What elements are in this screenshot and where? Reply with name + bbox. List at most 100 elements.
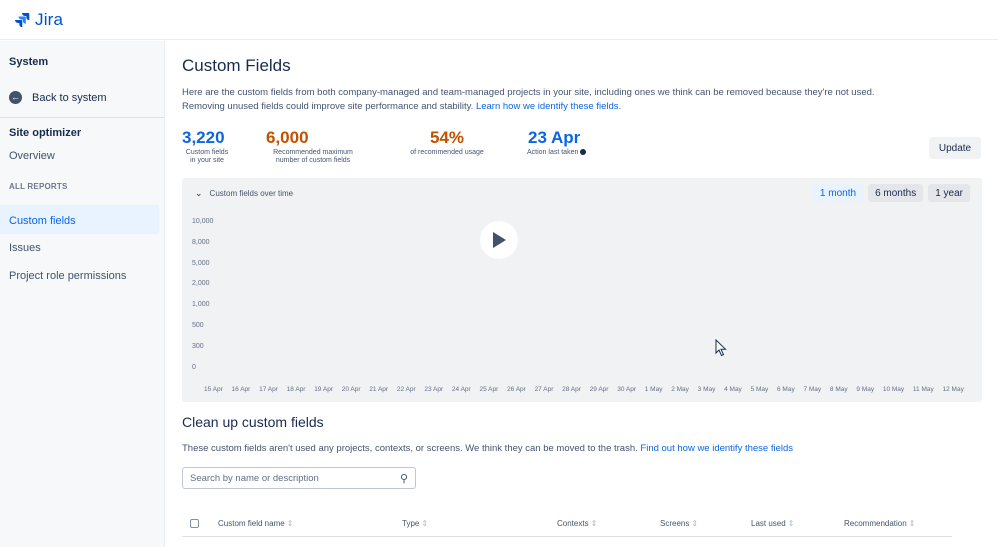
cleanup-title: Clean up custom fields — [182, 414, 324, 430]
jira-logo-icon — [15, 12, 30, 27]
sidebar-divider — [0, 117, 164, 118]
x-tick-label: 5 May — [750, 386, 769, 393]
x-tick-label: 3 May — [697, 386, 716, 393]
x-tick-label: 25 Apr — [479, 386, 499, 393]
y-tick-label: 1,000 — [192, 301, 210, 309]
stat-recommended-maximum: 6,000 Recommended maximum number of custo… — [258, 128, 368, 165]
x-tick-label: 7 May — [803, 386, 822, 393]
stat-value: 3,220 — [182, 128, 225, 147]
column-label: Recommendation — [844, 519, 907, 528]
column-header-contexts[interactable]: Contexts ⇕ — [557, 519, 597, 528]
stat-label: Custom fields in your site — [182, 149, 232, 165]
chart-toggle[interactable]: ⌄ Custom fields over time — [195, 188, 293, 199]
search-input[interactable] — [190, 472, 400, 484]
sort-icon: ⇕ — [590, 519, 598, 528]
page-title: Custom Fields — [182, 56, 291, 75]
play-button[interactable] — [480, 221, 518, 259]
column-header-recommendation[interactable]: Recommendation ⇕ — [844, 519, 915, 528]
x-tick-label: 27 Apr — [534, 386, 554, 393]
sidebar-item-overview[interactable]: Overview — [9, 150, 55, 162]
sidebar-item-issues[interactable]: Issues — [9, 242, 41, 254]
sidebar-section-all-reports: ALL REPORTS — [9, 182, 68, 191]
stat-label: Recommended maximum number of custom fiel… — [258, 149, 368, 165]
y-tick-label: 300 — [192, 342, 204, 350]
column-header-screens[interactable]: Screens ⇕ — [660, 519, 698, 528]
stat-label-line-2: number of custom fields — [275, 157, 351, 164]
find-out-link[interactable]: Find out how we identify these fields — [640, 443, 793, 454]
back-label: Back to system — [32, 91, 107, 104]
x-tick-label: 24 Apr — [451, 386, 471, 393]
learn-more-link[interactable]: Learn how we identify these fields. — [476, 101, 621, 112]
chart-heading: Custom fields over time — [209, 189, 294, 198]
x-tick-label: 19 Apr — [314, 386, 333, 393]
logo-text: Jira — [35, 9, 64, 29]
search-field[interactable]: ⚲ — [182, 467, 416, 489]
cleanup-description-text: These custom fields aren't used any proj… — [182, 443, 638, 454]
x-tick-label: 11 May — [912, 386, 934, 393]
range-selector: 1 month 6 months 1 year — [812, 184, 970, 202]
range-6-months-button[interactable]: 6 months — [868, 184, 924, 202]
range-1-year-button[interactable]: 1 year — [928, 184, 970, 202]
x-tick-label: 4 May — [724, 386, 742, 393]
stat-label-line-2: in your site — [190, 157, 224, 164]
stat-label: of recommended usage — [410, 149, 484, 156]
stat-action-last-taken: 23 Apr Action last taken — [522, 128, 602, 157]
x-axis-ticks: 15 Apr 16 Apr 17 Apr 18 Apr 19 Apr 20 Apr 21 A… — [204, 386, 964, 393]
column-header-type[interactable]: Type ⇕ — [402, 519, 428, 528]
chart-panel: ⌄ Custom fields over time 1 month 6 mont… — [182, 178, 982, 402]
top-bar: Jira — [0, 0, 998, 40]
sort-icon: ⇕ — [691, 519, 699, 528]
x-tick-label: 9 May — [856, 386, 875, 393]
jira-logo[interactable]: Jira — [14, 10, 63, 30]
x-tick-label: 29 Apr — [589, 386, 609, 393]
x-tick-label: 6 May — [777, 386, 795, 393]
y-tick-label: 8,000 — [192, 238, 210, 246]
x-tick-label: 17 Apr — [259, 386, 278, 393]
x-tick-label: 8 May — [829, 386, 848, 393]
description-line-2: Removing unused fields could improve sit… — [182, 101, 474, 112]
select-all-checkbox[interactable] — [190, 519, 199, 528]
update-button[interactable]: Update — [929, 137, 981, 159]
back-to-system-link[interactable]: ← Back to system — [9, 91, 107, 104]
column-label: Type — [402, 519, 420, 528]
x-tick-label: 23 Apr — [424, 386, 444, 393]
chevron-down-icon: ⌄ — [195, 188, 203, 198]
sidebar-item-custom-fields[interactable]: Custom fields — [9, 215, 76, 227]
info-icon[interactable] — [580, 149, 587, 156]
stat-value: 6,000 — [266, 128, 309, 147]
sidebar-item-project-role-permissions[interactable]: Project role permissions — [9, 270, 126, 282]
page-description: Here are the custom fields from both com… — [182, 86, 972, 114]
y-tick-label: 10,000 — [192, 218, 214, 225]
x-tick-label: 12 May — [942, 386, 964, 393]
sidebar-title: System — [9, 56, 49, 68]
sort-icon: ⇕ — [421, 519, 429, 528]
x-tick-label: 2 May — [671, 386, 689, 393]
stat-value: 54% — [429, 128, 465, 147]
x-tick-label: 26 Apr — [507, 386, 526, 393]
sort-icon: ⇕ — [908, 519, 916, 528]
play-icon — [493, 232, 506, 248]
sort-icon: ⇕ — [787, 519, 795, 528]
range-1-month-button[interactable]: 1 month — [812, 184, 864, 202]
x-tick-label: 10 May — [882, 386, 905, 393]
x-tick-label: 1 May — [644, 386, 663, 393]
x-tick-label: 20 Apr — [341, 386, 361, 393]
description-line-1: Here are the custom fields from both com… — [182, 87, 875, 98]
stat-usage-percent: 54% of recommended usage — [397, 128, 497, 157]
x-tick-label: 28 Apr — [562, 386, 581, 393]
column-label: Custom field name — [218, 519, 285, 528]
x-tick-label: 18 Apr — [286, 386, 306, 393]
column-header-name[interactable]: Custom field name ⇕ — [218, 519, 293, 528]
search-icon[interactable]: ⚲ — [400, 472, 408, 485]
x-tick-label: 15 Apr — [204, 386, 223, 393]
x-tick-label: 30 Apr — [617, 386, 636, 393]
column-header-last-used[interactable]: Last used ⇕ — [751, 519, 794, 528]
cleanup-description: These custom fields aren't used any proj… — [182, 443, 793, 454]
back-arrow-icon: ← — [9, 91, 22, 104]
column-label: Screens — [660, 519, 690, 528]
y-tick-label: 5,000 — [192, 259, 210, 267]
stat-label-text: Action last taken — [527, 149, 579, 156]
y-tick-label: 0 — [192, 363, 196, 371]
x-tick-label: 16 Apr — [231, 386, 251, 393]
column-label: Contexts — [557, 519, 589, 528]
